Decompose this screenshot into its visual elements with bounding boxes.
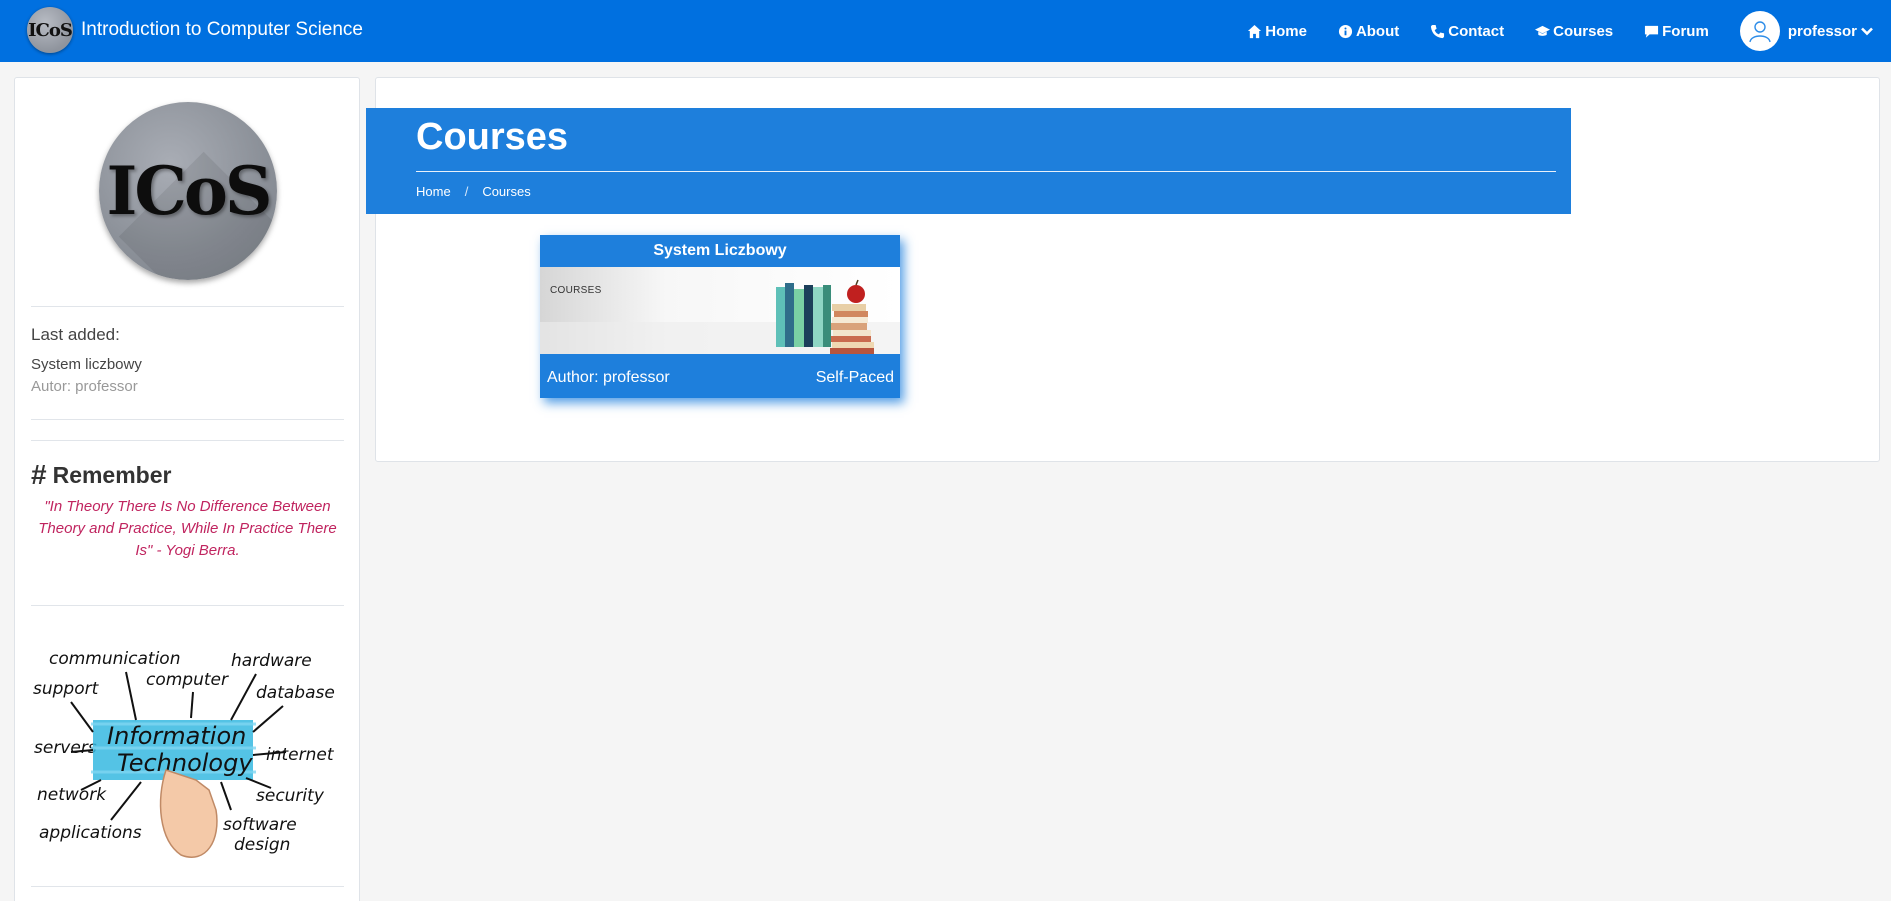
navbar: ICoS Introduction to Computer Science Ho… xyxy=(0,0,1891,62)
nav-about-label: About xyxy=(1355,22,1400,40)
page-header: Courses Home / Courses xyxy=(366,108,1571,214)
user-name: professor xyxy=(1787,22,1857,40)
divider xyxy=(31,440,344,441)
it-center-word: Information xyxy=(107,722,246,750)
nav-forum-label: Forum xyxy=(1662,22,1709,40)
brand-title: Introduction to Computer Science xyxy=(81,19,363,40)
nav-home-label: Home xyxy=(1265,22,1307,40)
it-word: security xyxy=(256,786,325,806)
remember-quote: "In Theory There Is No Difference Betwee… xyxy=(38,498,337,559)
breadcrumb-separator: / xyxy=(464,184,469,199)
sidebar: ICoS Last added: System liczbowy Autor: … xyxy=(14,77,360,901)
breadcrumb-current: Courses xyxy=(482,184,531,199)
breadcrumb-home[interactable]: Home xyxy=(416,184,451,199)
last-added-title: Last added: xyxy=(31,325,120,344)
last-added-link[interactable]: System liczbowy xyxy=(31,356,142,373)
information-technology-image: communication computer hardware support … xyxy=(31,640,344,901)
brand-logo-text: ICoS xyxy=(28,19,73,41)
it-word: software xyxy=(223,815,297,835)
nav-courses-label: Courses xyxy=(1553,22,1614,40)
nav-contact[interactable]: Contact xyxy=(1430,23,1504,40)
it-word: communication xyxy=(49,649,180,669)
it-word: support xyxy=(33,679,100,699)
phone-icon xyxy=(1431,24,1445,38)
nav-about[interactable]: About xyxy=(1338,23,1399,40)
course-thumbnail-label: COURSES xyxy=(550,285,602,296)
breadcrumb: Home / Courses xyxy=(416,184,531,199)
it-word: internet xyxy=(266,745,335,765)
graduation-cap-icon xyxy=(1535,25,1551,36)
divider xyxy=(416,171,1556,172)
nav-forum[interactable]: Forum xyxy=(1644,23,1709,40)
brand-link[interactable]: ICoS Introduction to Computer Science xyxy=(27,7,363,53)
remember-title: Remember xyxy=(52,461,172,488)
divider xyxy=(31,605,344,606)
it-word: design xyxy=(234,835,290,855)
comment-icon xyxy=(1645,25,1659,38)
course-author: Author: professor xyxy=(547,369,670,386)
chevron-down-icon xyxy=(1861,27,1873,36)
home-icon xyxy=(1248,24,1262,38)
it-word: network xyxy=(37,785,107,805)
sidebar-logo: ICoS xyxy=(99,102,277,280)
it-center-word: Technology xyxy=(117,749,253,777)
hashtag-icon: # xyxy=(31,459,47,490)
sidebar-logo-text: ICoS xyxy=(106,152,272,230)
info-icon xyxy=(1338,24,1352,38)
user-menu[interactable]: professor xyxy=(1739,11,1874,51)
it-word: servers xyxy=(34,738,97,758)
page-title: Courses xyxy=(416,116,569,158)
it-word: applications xyxy=(39,823,142,843)
divider xyxy=(31,886,344,887)
it-word: database xyxy=(256,683,335,703)
divider xyxy=(31,419,344,420)
it-word: hardware xyxy=(231,651,312,671)
nav-courses[interactable]: Courses xyxy=(1535,23,1613,40)
brand-logo: ICoS xyxy=(27,7,73,53)
nav-contact-label: Contact xyxy=(1448,22,1505,40)
course-title: System Liczbowy xyxy=(653,242,787,259)
course-pace: Self-Paced xyxy=(815,369,894,386)
course-thumbnail xyxy=(540,267,900,354)
remember-heading: # Remember xyxy=(31,459,171,491)
it-word: computer xyxy=(146,670,229,690)
divider xyxy=(31,306,344,307)
course-card[interactable]: System Liczbowy COURSES Author: professo… xyxy=(540,235,900,398)
nav-home[interactable]: Home xyxy=(1247,23,1307,40)
main-nav: Home About Contact Courses Forum profess… xyxy=(1216,0,1891,62)
last-added-author: Autor: professor xyxy=(31,378,138,395)
user-avatar-icon xyxy=(1739,11,1780,51)
